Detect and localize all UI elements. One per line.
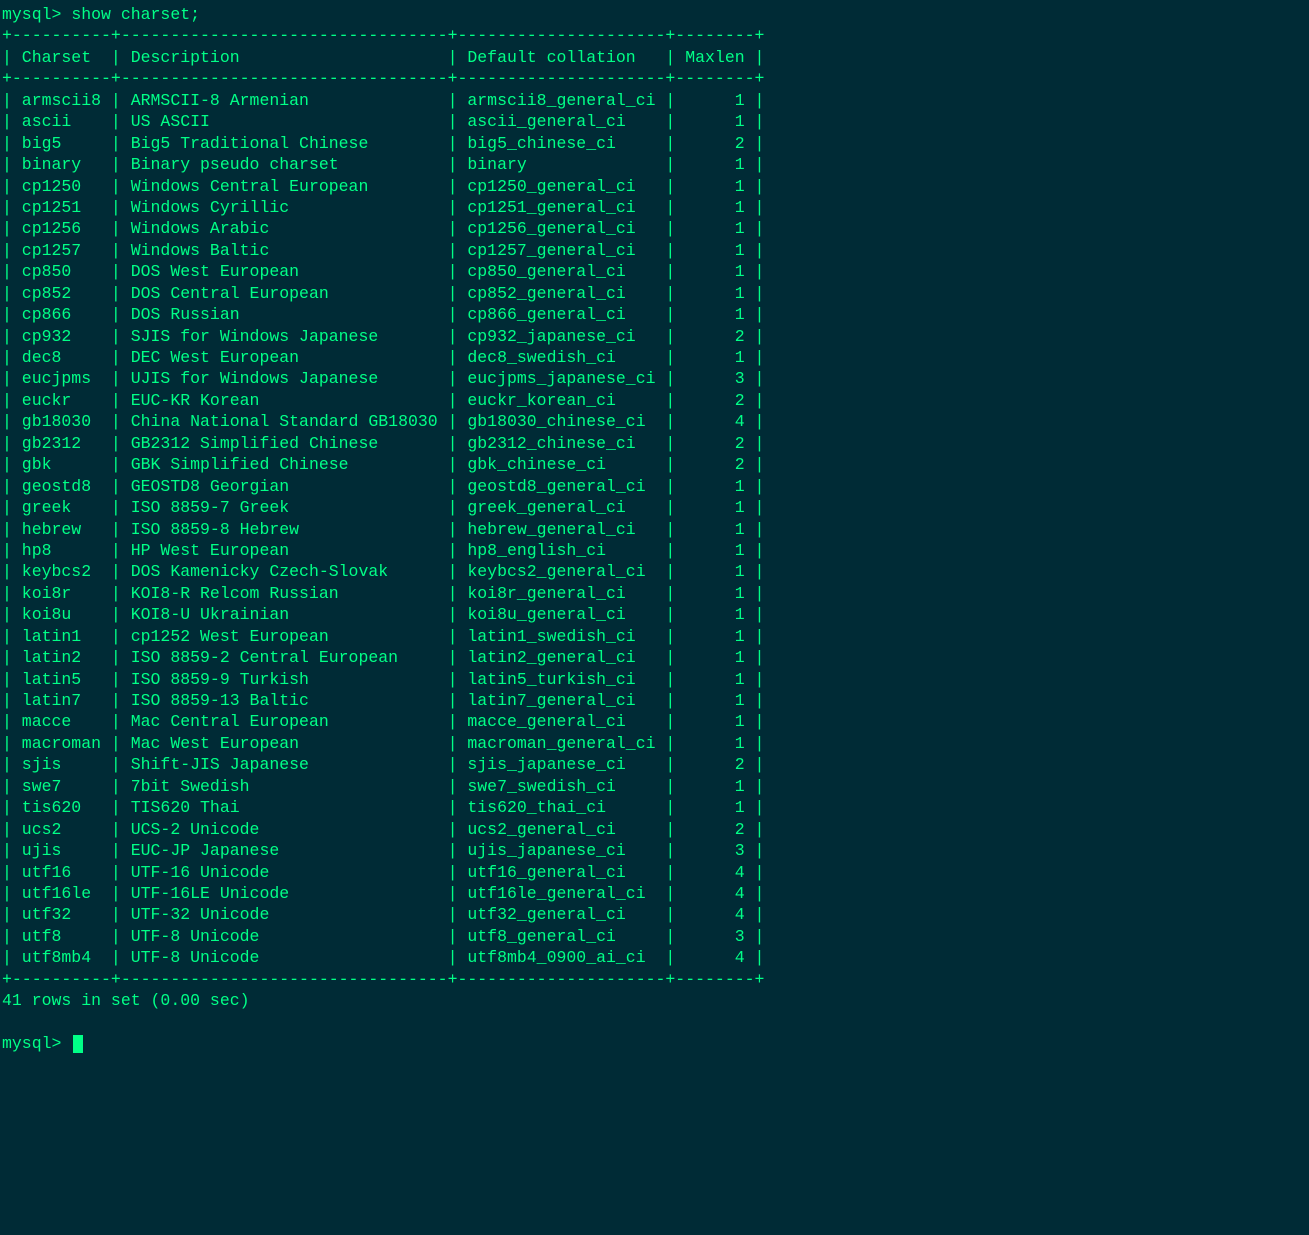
cursor — [73, 1035, 83, 1053]
prompt-line: mysql> show charset; — [2, 5, 200, 24]
result-footer: 41 rows in set (0.00 sec) — [2, 991, 250, 1010]
terminal[interactable]: mysql> show charset; +----------+-------… — [0, 0, 1309, 1054]
sql-command: show charset; — [71, 5, 200, 24]
mysql-prompt: mysql> — [2, 5, 71, 24]
mysql-prompt-2: mysql> — [2, 1034, 71, 1053]
result-table: +----------+----------------------------… — [2, 26, 764, 988]
